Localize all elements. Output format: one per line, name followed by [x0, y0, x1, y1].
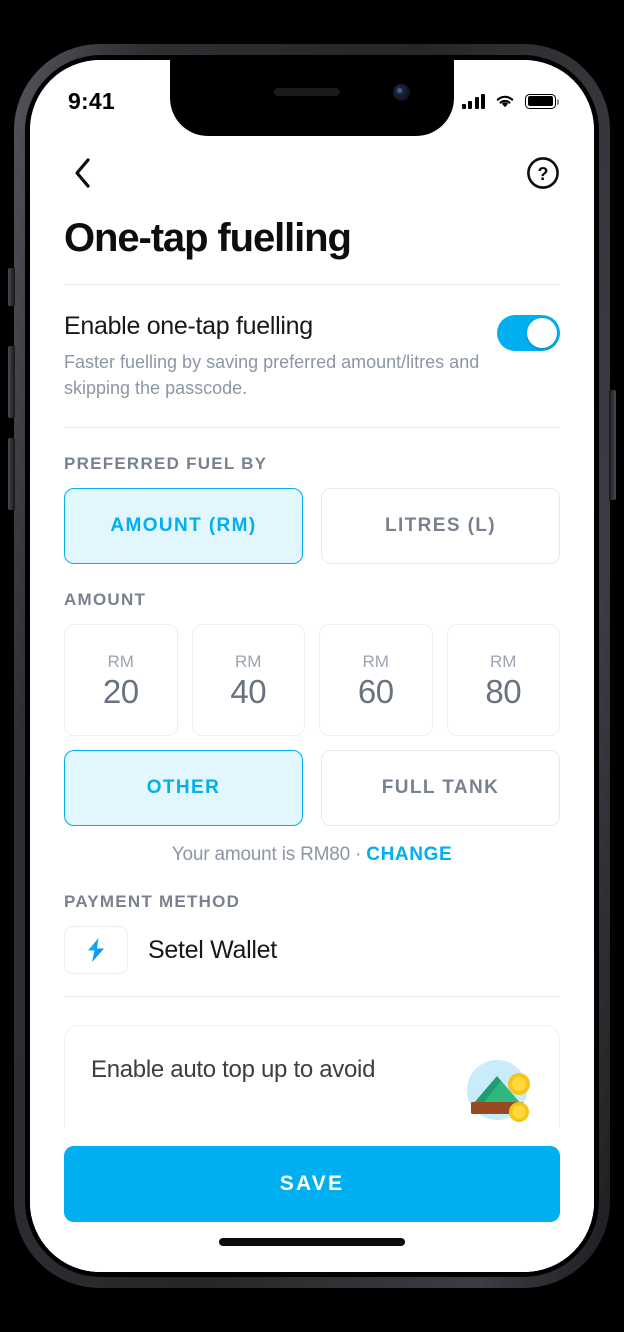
- mute-switch[interactable]: [8, 268, 15, 306]
- divider: [64, 427, 560, 429]
- preferred-fuel-by-label: PREFERRED FUEL BY: [64, 454, 268, 474]
- amount-note: Your amount is RM80 · CHANGE: [64, 844, 560, 866]
- svg-text:?: ?: [538, 164, 549, 184]
- amount-full-tank-button[interactable]: FULL TANK: [321, 750, 560, 827]
- fuel-by-litres-button[interactable]: LITRES (L): [321, 488, 560, 565]
- question-mark-circle-icon: ?: [527, 157, 559, 189]
- currency-label: RM: [235, 651, 262, 671]
- enable-one-tap-title: Enable one-tap fuelling: [64, 312, 313, 340]
- battery-full-icon: [525, 93, 559, 109]
- enable-one-tap-row: Enable one-tap fuelling Faster fuelling …: [64, 285, 560, 427]
- notch: [170, 60, 454, 136]
- currency-label: RM: [362, 651, 389, 671]
- page-title: One-tap fuelling: [64, 216, 352, 260]
- payment-method-label: PAYMENT METHOD: [64, 892, 241, 912]
- power-button[interactable]: [609, 390, 616, 500]
- amount-other-options: OTHER FULL TANK: [64, 750, 560, 827]
- amount-preset-chip[interactable]: RM 20: [64, 624, 178, 737]
- preferred-fuel-by-options: AMOUNT (RM) LITRES (L): [64, 488, 560, 565]
- currency-label: RM: [490, 651, 517, 671]
- amount-preset-grid: RM 20 RM 40 RM 60 RM 80: [64, 624, 560, 737]
- status-time: 9:41: [68, 87, 115, 114]
- auto-topup-promo-text: Enable auto top up to avoid: [91, 1056, 376, 1084]
- amount-other-button[interactable]: OTHER: [64, 750, 303, 827]
- change-amount-link[interactable]: CHANGE: [366, 844, 452, 865]
- wifi-icon: [496, 95, 514, 108]
- enable-one-tap-description: Faster fuelling by saving preferred amou…: [64, 352, 480, 399]
- payment-method-name: Setel Wallet: [148, 935, 277, 964]
- amount-value: 80: [485, 672, 522, 710]
- setel-lightning-bolt-icon: [64, 926, 128, 975]
- amount-value: 40: [230, 672, 267, 710]
- amount-note-text: Your amount is RM80 ·: [171, 844, 367, 866]
- back-button[interactable]: [64, 155, 100, 191]
- enable-one-tap-toggle[interactable]: [497, 315, 560, 351]
- divider: [64, 996, 560, 998]
- lightning-bolt-glyph: [88, 938, 104, 963]
- money-coins-illustration: [461, 1054, 533, 1131]
- phone-screen: 9:41 ? One-tap fuelling Enable one-tap f…: [30, 60, 594, 1272]
- amount-preset-chip[interactable]: RM 40: [191, 624, 305, 737]
- app-content: ? One-tap fuelling Enable one-tap fuelli…: [30, 60, 594, 1272]
- amount-value: 20: [102, 672, 139, 710]
- volume-down-button[interactable]: [8, 438, 15, 510]
- amount-preset-chip[interactable]: RM 80: [446, 624, 560, 737]
- amount-label: AMOUNT: [64, 590, 147, 610]
- payment-method-row[interactable]: Setel Wallet: [64, 926, 560, 996]
- amount-preset-chip[interactable]: RM 60: [319, 624, 433, 737]
- front-camera: [393, 84, 410, 101]
- cellular-signal-icon: [461, 93, 485, 109]
- chevron-left-icon: [75, 158, 90, 188]
- bottom-action-bar: SAVE: [30, 1128, 594, 1272]
- enable-one-tap-texts: Enable one-tap fuelling Faster fuelling …: [64, 311, 481, 401]
- top-nav-bar: ?: [64, 136, 560, 210]
- save-button[interactable]: SAVE: [64, 1146, 560, 1222]
- home-indicator[interactable]: [219, 1238, 405, 1246]
- fuel-by-amount-button[interactable]: AMOUNT (RM): [64, 488, 303, 565]
- earpiece-speaker: [273, 88, 340, 96]
- help-button[interactable]: ?: [526, 156, 560, 190]
- toggle-knob: [527, 318, 557, 348]
- currency-label: RM: [107, 651, 134, 671]
- amount-value: 60: [357, 672, 394, 710]
- volume-up-button[interactable]: [8, 346, 15, 418]
- settings-scroll-area[interactable]: ? One-tap fuelling Enable one-tap fuelli…: [30, 136, 594, 1272]
- status-icons: [461, 93, 559, 109]
